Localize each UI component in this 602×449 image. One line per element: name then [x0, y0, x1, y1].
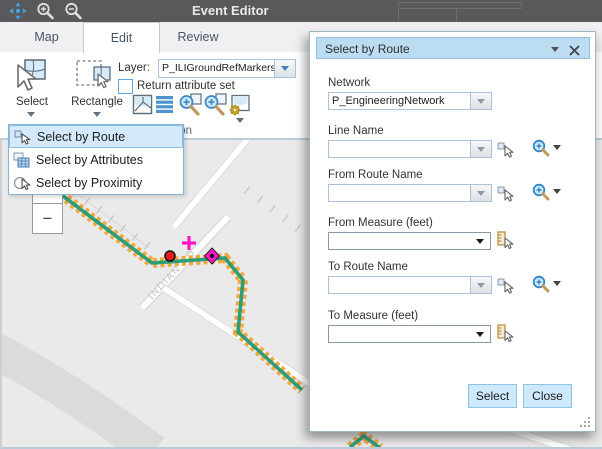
- dialog-header[interactable]: Select by Route: [316, 37, 590, 59]
- from-measure-label: From Measure (feet): [328, 217, 433, 229]
- return-attribute-set-label: Return attribute set: [137, 80, 235, 92]
- menu-item-select-by-route[interactable]: Select by Route: [9, 125, 183, 148]
- from-measure-caret[interactable]: [476, 239, 484, 244]
- menu-item-label: Select by Attributes: [36, 153, 143, 167]
- select-features-icon[interactable]: [132, 94, 153, 120]
- select-by-route-dialog: Select by Route Network P_EngineeringNet…: [309, 31, 596, 432]
- selection-options-icon[interactable]: [228, 94, 251, 121]
- line-name-combobox-button[interactable]: [470, 141, 491, 157]
- to-measure-label: To Measure (feet): [328, 310, 418, 322]
- tab-map[interactable]: Map: [10, 22, 83, 52]
- select-by-attributes-icon: [13, 152, 31, 168]
- menu-item-select-by-proximity[interactable]: Select by Proximity: [9, 171, 183, 194]
- line-name-label: Line Name: [328, 125, 384, 137]
- line-name-combobox[interactable]: [328, 140, 492, 158]
- rectangle-button-label[interactable]: Rectangle: [66, 96, 128, 108]
- tab-review[interactable]: Review: [160, 22, 236, 52]
- to-measure-combobox[interactable]: [328, 325, 491, 343]
- app-title: Event Editor: [192, 3, 269, 18]
- map-gray-band: [2, 350, 154, 447]
- to-route-zoom-caret[interactable]: [553, 281, 561, 286]
- from-route-zoom-caret[interactable]: [553, 189, 561, 194]
- select-by-proximity-icon: [13, 175, 31, 191]
- zoom-to-selection-icon[interactable]: [178, 93, 202, 122]
- from-route-zoom-icon[interactable]: [532, 183, 550, 206]
- menu-item-label: Select by Route: [37, 130, 125, 144]
- menu-item-select-by-attributes[interactable]: Select by Attributes: [9, 148, 183, 171]
- to-route-zoom-icon[interactable]: [532, 275, 550, 298]
- from-route-value: [329, 185, 470, 201]
- event-editor-window: Event Editor Map Edit Review Select: [0, 0, 602, 449]
- red-point-marker: [165, 251, 175, 261]
- network-combobox[interactable]: P_EngineeringNetwork: [328, 92, 492, 110]
- zoom-out-button[interactable]: −: [32, 203, 63, 234]
- tab-edit[interactable]: Edit: [83, 22, 160, 53]
- close-icon[interactable]: [569, 43, 580, 61]
- to-measure-select-icon[interactable]: [496, 324, 514, 347]
- dialog-title: Select by Route: [325, 42, 410, 56]
- select-by-route-icon: [14, 129, 32, 145]
- to-route-select-icon[interactable]: [496, 276, 515, 299]
- layer-label: Layer:: [118, 62, 150, 74]
- rectangle-dropdown-caret[interactable]: [93, 112, 101, 117]
- select-tool-icon[interactable]: [11, 57, 49, 100]
- titlebar-panel-outline: [398, 8, 457, 23]
- line-name-value: [329, 141, 470, 157]
- line-zoom-icon[interactable]: [532, 139, 550, 162]
- select-dropdown-caret[interactable]: [27, 112, 35, 117]
- layer-combobox[interactable]: P_ILIGroundRefMarkers: [158, 59, 296, 78]
- return-attribute-set-checkbox[interactable]: [118, 79, 133, 94]
- attributes-icon[interactable]: [156, 96, 174, 118]
- layer-combobox-value: P_ILIGroundRefMarkers: [159, 60, 274, 77]
- rectangle-tool-icon[interactable]: [74, 57, 114, 100]
- from-route-combobox-button[interactable]: [470, 185, 491, 201]
- network-label: Network: [328, 77, 370, 89]
- from-measure-select-icon[interactable]: [496, 231, 514, 254]
- close-button[interactable]: Close: [523, 384, 572, 408]
- to-route-label: To Route Name: [328, 261, 408, 273]
- line-zoom-caret[interactable]: [553, 145, 561, 150]
- pan-to-selection-icon[interactable]: [203, 93, 227, 122]
- from-route-label: From Route Name: [328, 169, 423, 181]
- resize-grip[interactable]: [578, 415, 591, 433]
- selection-options-caret[interactable]: [236, 118, 244, 123]
- network-value: P_EngineeringNetwork: [329, 93, 470, 109]
- to-route-value: [329, 277, 470, 293]
- to-route-combobox-button[interactable]: [470, 277, 491, 293]
- network-combobox-button[interactable]: [470, 93, 491, 109]
- select-dropdown-menu: Select by Route Select by Attributes Sel…: [8, 124, 184, 195]
- select-button-label[interactable]: Select: [8, 96, 56, 108]
- menu-item-label: Select by Proximity: [36, 176, 142, 190]
- titlebar: Event Editor: [0, 0, 602, 22]
- from-route-combobox[interactable]: [328, 184, 492, 202]
- from-route-select-icon[interactable]: [496, 184, 515, 207]
- layer-combobox-button[interactable]: [274, 60, 295, 77]
- from-measure-combobox[interactable]: [328, 232, 491, 250]
- to-measure-caret[interactable]: [476, 332, 484, 337]
- select-button[interactable]: Select: [468, 384, 517, 408]
- line-route-select-icon[interactable]: [496, 140, 515, 163]
- dialog-collapse-caret[interactable]: [551, 47, 559, 52]
- to-route-combobox[interactable]: [328, 276, 492, 294]
